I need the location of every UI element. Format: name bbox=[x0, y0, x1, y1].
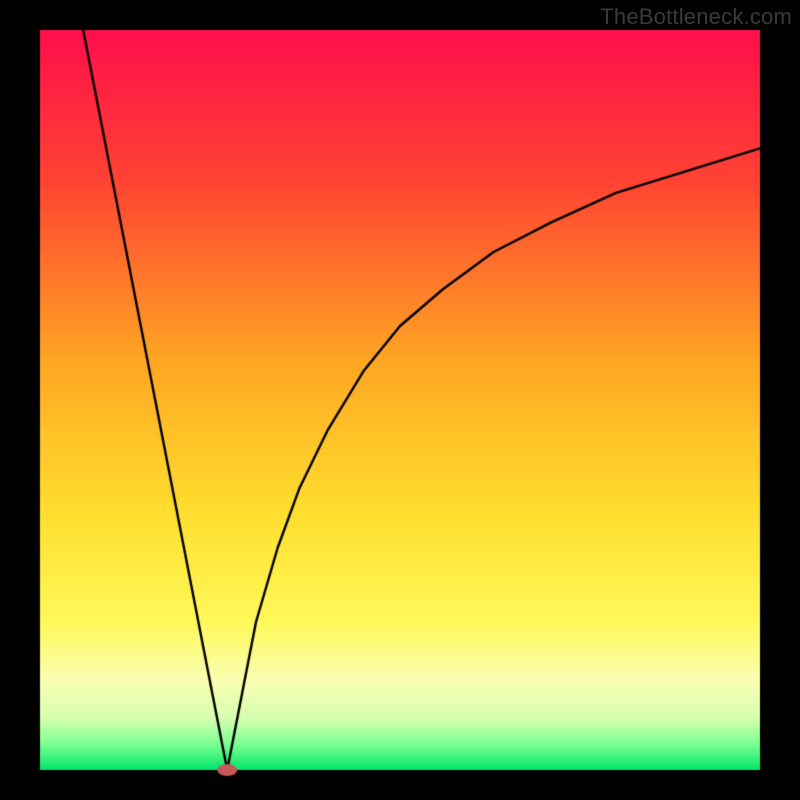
watermark: TheBottleneck.com bbox=[600, 4, 792, 30]
bottleneck-gradient-chart bbox=[0, 0, 800, 800]
